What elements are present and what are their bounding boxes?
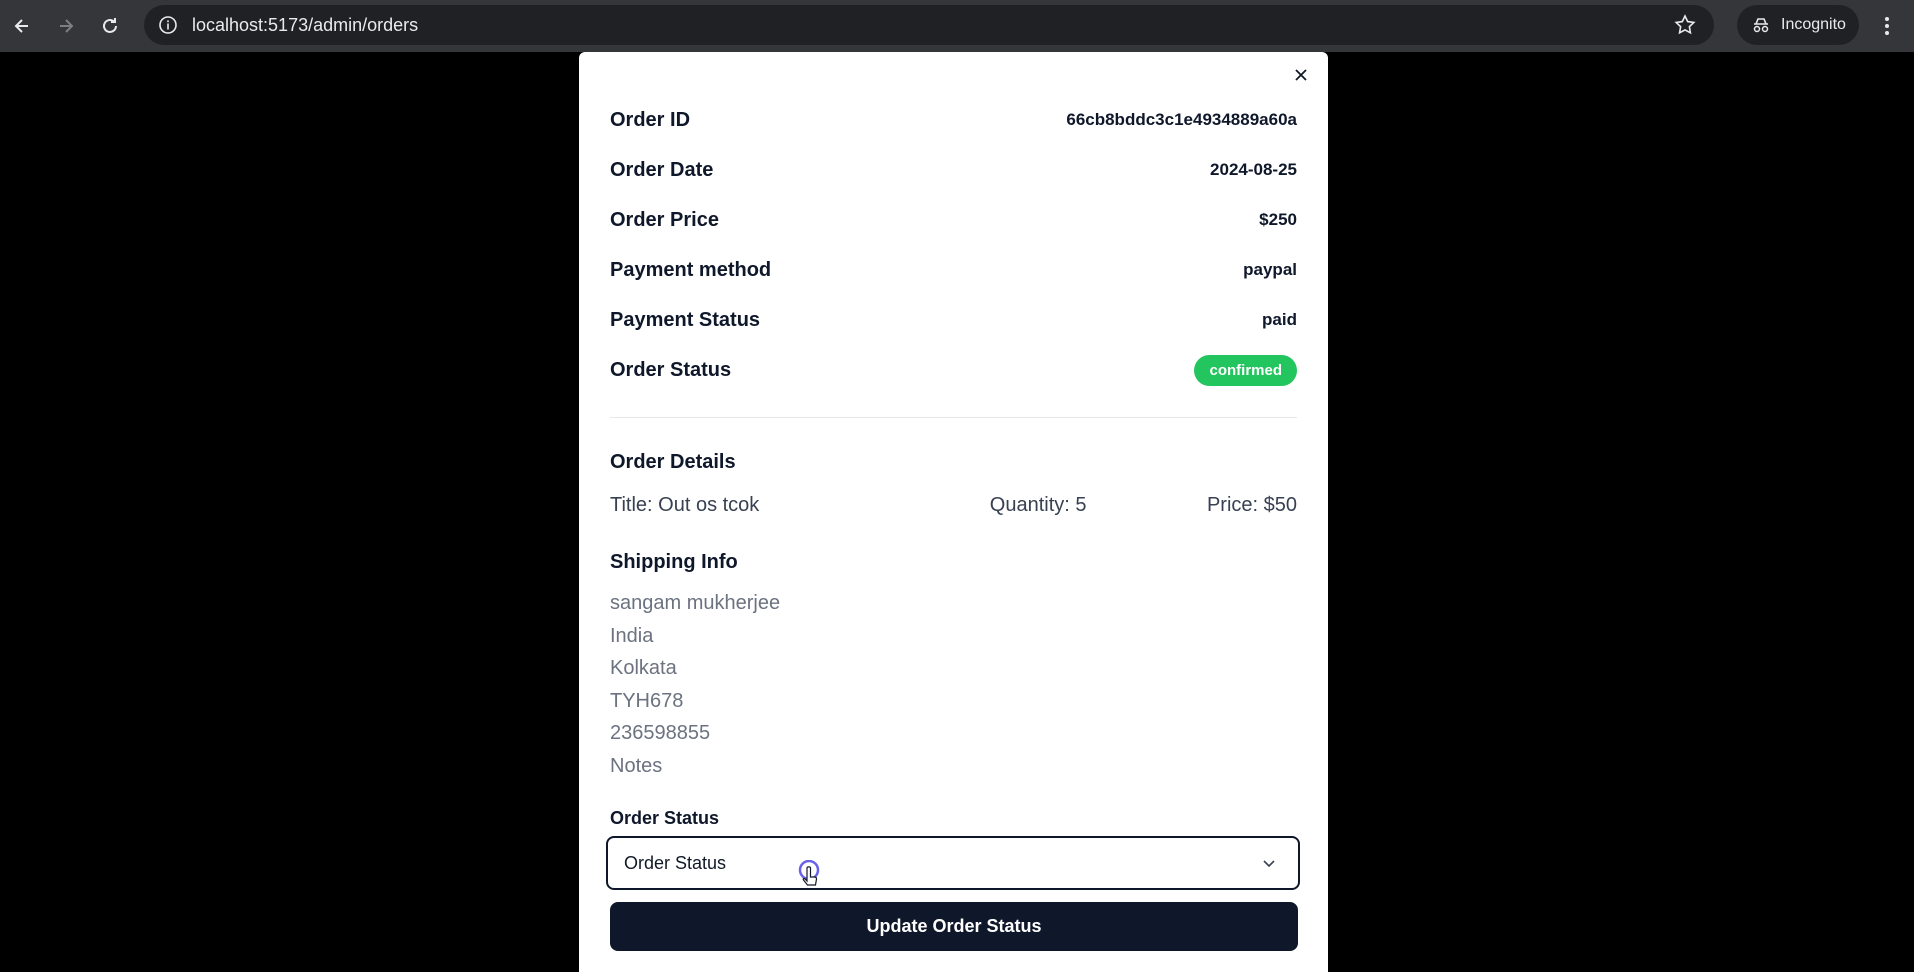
- order-details-modal: Order ID 66cb8bddc3c1e4934889a60a Order …: [579, 52, 1328, 972]
- back-button[interactable]: [0, 4, 44, 48]
- order-details-title: Order Details: [610, 451, 736, 473]
- incognito-label: Incognito: [1781, 16, 1846, 33]
- order-status-label: Order Status: [610, 358, 732, 381]
- item-title: Title: Out os tcok: [610, 493, 760, 516]
- shipping-country: India: [610, 625, 654, 647]
- incognito-indicator[interactable]: Incognito: [1737, 5, 1859, 45]
- payment-method-label: Payment method: [610, 258, 772, 281]
- bookmark-star-icon[interactable]: [1674, 14, 1696, 36]
- reload-icon: [103, 18, 117, 33]
- payment-status-row: Payment Status paid: [610, 305, 1297, 335]
- order-status-select-value: Order Status: [624, 852, 727, 873]
- shipping-city: Kolkata: [610, 657, 677, 679]
- shipping-info-title: Shipping Info: [610, 551, 738, 573]
- order-status-row: Order Status confirmed: [610, 354, 1297, 386]
- chevron-down-icon: [1263, 860, 1275, 868]
- item-price: Price: $50: [1206, 493, 1297, 516]
- payment-method-row: Payment method paypal: [610, 255, 1297, 285]
- payment-status-label: Payment Status: [610, 308, 761, 331]
- update-order-status-button[interactable]: Update Order Status: [610, 902, 1298, 951]
- reload-button[interactable]: [88, 4, 132, 48]
- browser-toolbar: localhost:5173/admin/orders Incognito: [0, 0, 1914, 52]
- order-status-field-label: Order Status: [610, 808, 720, 828]
- order-item-row: Title: Out os tcok Quantity: 5 Price: $5…: [610, 490, 1297, 520]
- order-date-label: Order Date: [610, 158, 714, 181]
- order-price-row: Order Price $250: [610, 205, 1297, 235]
- address-bar[interactable]: localhost:5173/admin/orders: [144, 5, 1714, 45]
- arrow-right-icon: [60, 19, 74, 33]
- payment-status-value: paid: [1262, 310, 1297, 329]
- payment-method-value: paypal: [1243, 260, 1297, 279]
- order-status-select[interactable]: Order Status: [606, 836, 1300, 890]
- item-quantity: Quantity: 5: [989, 493, 1087, 516]
- order-id-value: 66cb8bddc3c1e4934889a60a: [1066, 110, 1297, 129]
- order-date-row: Order Date 2024-08-25: [610, 155, 1297, 185]
- incognito-icon: [1751, 15, 1771, 35]
- order-id-label: Order ID: [610, 108, 691, 131]
- pointer-cursor-icon: [798, 860, 820, 886]
- close-icon: [1295, 69, 1307, 81]
- shipping-phone: 236598855: [610, 722, 711, 744]
- url-text[interactable]: localhost:5173/admin/orders: [192, 15, 418, 36]
- shipping-notes: Notes: [610, 755, 663, 777]
- order-date-value: 2024-08-25: [1210, 160, 1297, 179]
- close-button[interactable]: [1288, 62, 1314, 88]
- shipping-pincode: TYH678: [610, 690, 684, 712]
- arrow-left-icon: [14, 19, 28, 33]
- order-price-label: Order Price: [610, 208, 719, 231]
- status-badge: confirmed: [1194, 354, 1297, 386]
- order-id-row: Order ID 66cb8bddc3c1e4934889a60a: [610, 105, 1297, 135]
- order-price-value: $250: [1259, 210, 1297, 229]
- forward-button[interactable]: [44, 4, 88, 48]
- site-info-icon[interactable]: [156, 13, 180, 37]
- more-vertical-icon: [1885, 17, 1889, 35]
- divider: [610, 417, 1297, 418]
- browser-menu-button[interactable]: [1875, 10, 1899, 42]
- shipping-name: sangam mukherjee: [610, 592, 781, 614]
